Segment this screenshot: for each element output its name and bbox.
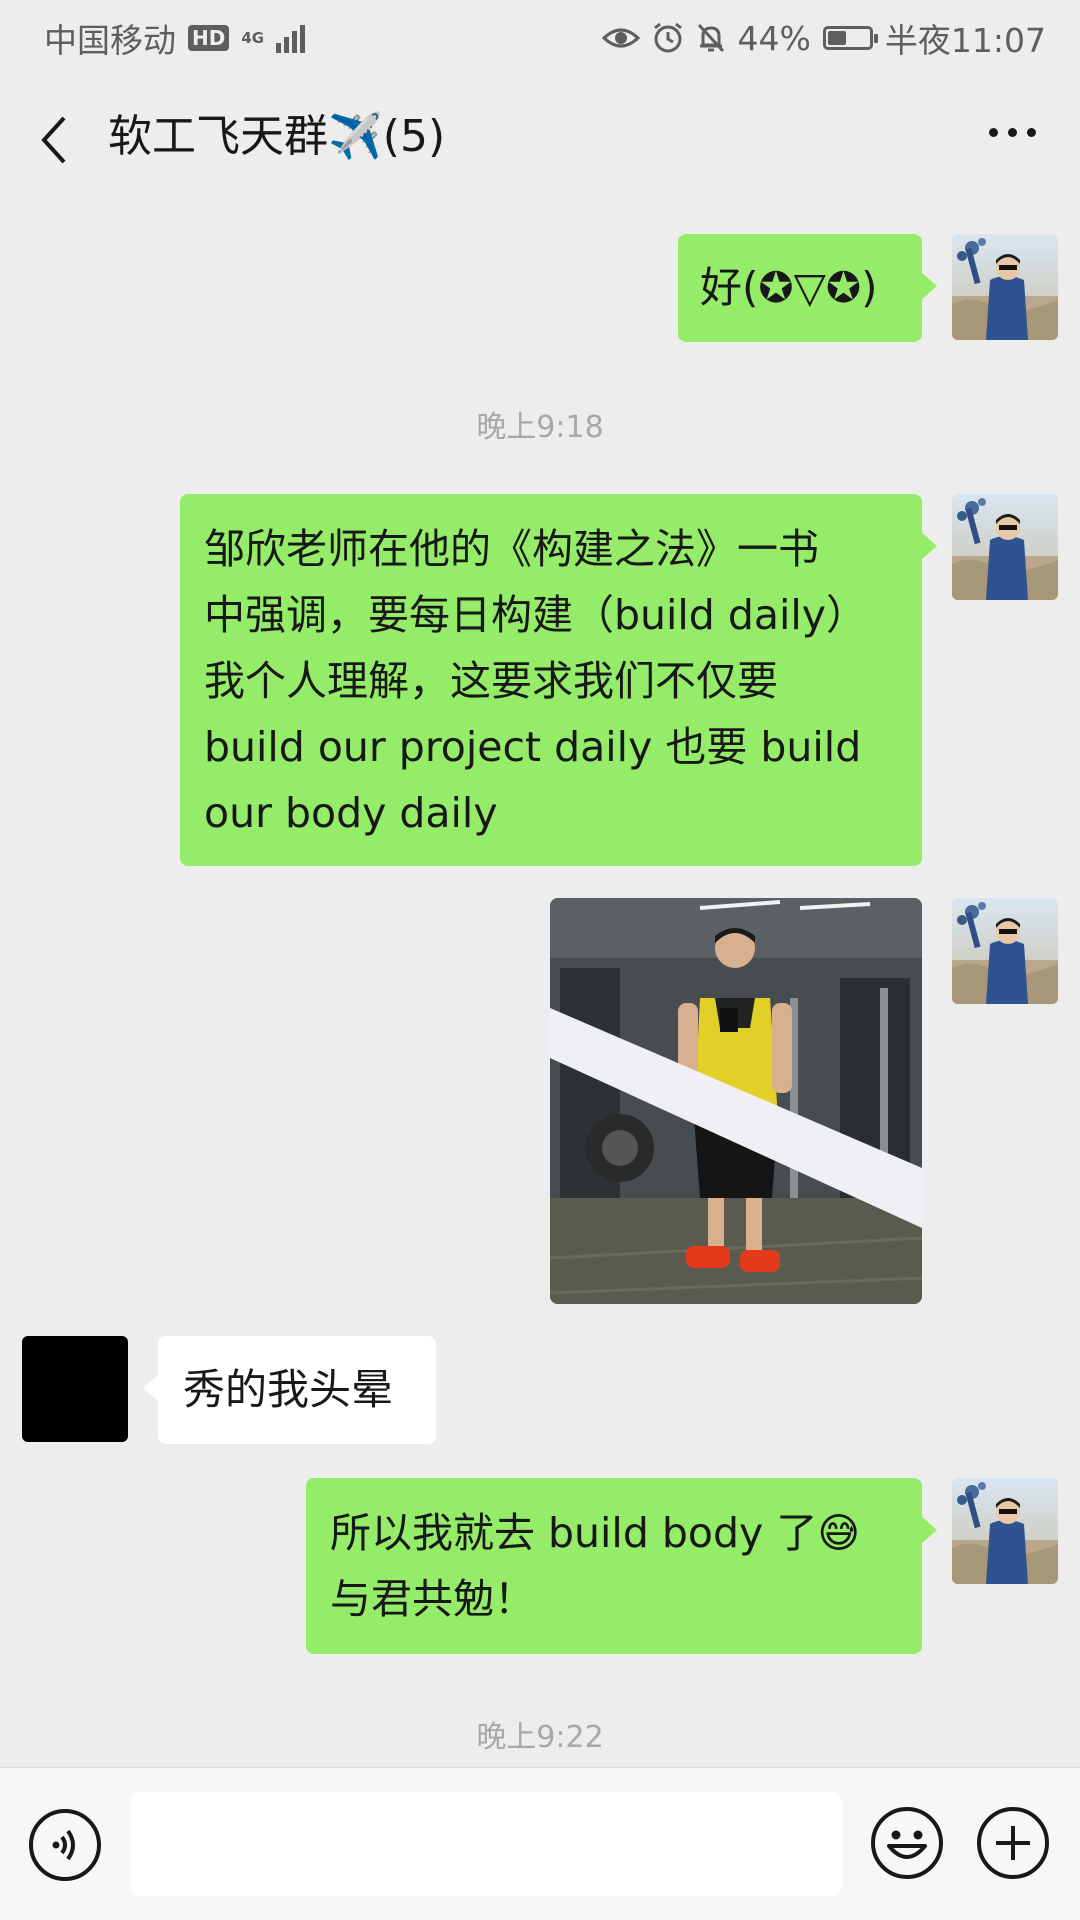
avatar-image bbox=[952, 1478, 1058, 1584]
message-bubble-me[interactable]: 好(✪▽✪) bbox=[678, 234, 937, 342]
input-bar bbox=[0, 1767, 1080, 1920]
network-type: 4G bbox=[241, 28, 265, 47]
voice-button[interactable] bbox=[28, 1808, 102, 1886]
message-input[interactable] bbox=[130, 1792, 842, 1896]
hd-badge: HD bbox=[188, 25, 230, 51]
chat-title: 软工飞天群✈️(5) bbox=[108, 111, 446, 162]
gym-selfie-image bbox=[550, 898, 922, 1304]
more-icon-dot bbox=[1027, 128, 1036, 137]
avatar-other[interactable] bbox=[22, 1336, 128, 1442]
chevron-left-icon bbox=[41, 116, 66, 164]
message-line: 与君共勉！ bbox=[330, 1575, 535, 1623]
message-text: 秀的我头晕 bbox=[183, 1365, 394, 1414]
plus-icon bbox=[977, 1807, 1049, 1879]
message-text: 好(✪▽✪) bbox=[700, 263, 878, 312]
plus-button[interactable] bbox=[976, 1806, 1050, 1884]
message-photo[interactable] bbox=[550, 898, 922, 1304]
battery-icon bbox=[822, 26, 878, 50]
signal-icon bbox=[276, 23, 306, 53]
timestamp: 晚上9:18 bbox=[476, 410, 604, 445]
message-bubble-me[interactable]: 所以我就去 build body 了😅 与君共勉！ bbox=[306, 1478, 937, 1654]
clock: 半夜11:07 bbox=[884, 21, 1046, 60]
message-line: 邹欣老师在他的《构建之法》一书 bbox=[204, 525, 819, 573]
avatar[interactable] bbox=[952, 898, 1058, 1004]
voice-icon bbox=[29, 1809, 101, 1881]
carrier-label: 中国移动 bbox=[44, 21, 176, 60]
avatar-image bbox=[952, 898, 1058, 1004]
message-line: 我个人理解，这要求我们不仅要 bbox=[204, 657, 778, 705]
back-button[interactable] bbox=[34, 112, 74, 168]
more-button[interactable] bbox=[989, 128, 1036, 137]
avatar-image bbox=[952, 234, 1058, 340]
message-line: 中强调，要每日构建（build daily） bbox=[204, 591, 868, 639]
emoji-icon bbox=[871, 1807, 943, 1879]
avatar[interactable] bbox=[952, 494, 1058, 600]
more-icon-dot bbox=[1008, 128, 1017, 137]
status-bar: 中国移动 HD 4G 44% 半夜11:07 bbox=[0, 0, 1080, 76]
more-icon-dot bbox=[989, 128, 998, 137]
message-line: our body daily bbox=[204, 789, 498, 837]
mute-bell-icon bbox=[696, 22, 726, 54]
message-line: 所以我就去 build body 了😅 bbox=[330, 1509, 861, 1557]
avatar[interactable] bbox=[952, 1478, 1058, 1584]
battery-percent: 44% bbox=[737, 18, 811, 58]
timestamp: 晚上9:22 bbox=[476, 1720, 604, 1755]
alarm-icon bbox=[652, 22, 684, 54]
message-line: build our project daily 也要 build bbox=[204, 723, 862, 771]
message-bubble-me[interactable]: 邹欣老师在他的《构建之法》一书 中强调，要每日构建（build daily） 我… bbox=[180, 494, 937, 866]
avatar[interactable] bbox=[952, 234, 1058, 340]
eye-icon bbox=[601, 24, 640, 52]
emoji-button[interactable] bbox=[870, 1806, 944, 1884]
message-bubble-other[interactable]: 秀的我头晕 bbox=[143, 1336, 436, 1444]
battery-level bbox=[827, 31, 846, 45]
avatar-image bbox=[952, 494, 1058, 600]
chat-header: 软工飞天群✈️(5) bbox=[0, 76, 1080, 200]
status-left: 中国移动 HD 4G bbox=[44, 14, 306, 62]
status-right: 44% 半夜11:07 bbox=[601, 14, 1046, 62]
